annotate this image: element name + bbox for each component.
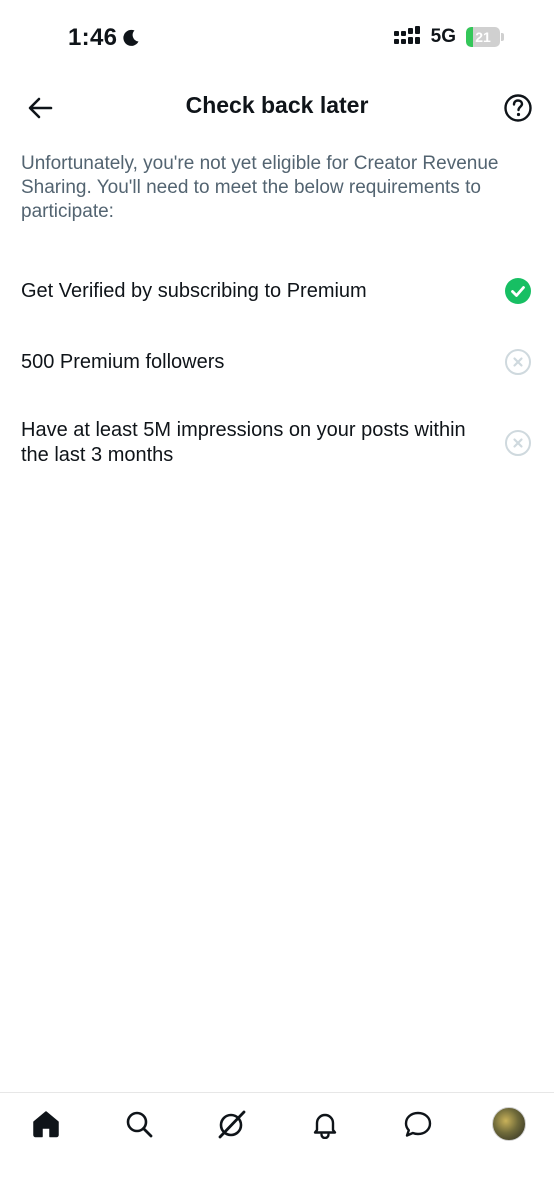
bottom-nav [0, 1092, 554, 1201]
page-title: Check back later [185, 92, 369, 118]
signal-icon [393, 26, 420, 44]
requirement-label: Get Verified by subscribing to Premium [21, 279, 367, 302]
nav-home[interactable] [29, 1107, 63, 1141]
battery-icon: 21 [466, 27, 506, 47]
nav-messages[interactable] [401, 1107, 435, 1141]
x-circle-icon [505, 430, 531, 456]
battery-level: 21 [475, 29, 491, 45]
x-circle-icon [505, 349, 531, 375]
network-type: 5G [430, 26, 456, 47]
home-icon [33, 1111, 59, 1138]
nav-profile[interactable] [492, 1107, 526, 1141]
header: Check back later [0, 84, 554, 130]
battery-tip [501, 33, 504, 41]
requirement-label: Have at least 5M impressions on your pos… [21, 419, 466, 466]
status-time: 1:46 [68, 24, 118, 51]
avatar [492, 1107, 526, 1141]
grok-icon [218, 1110, 246, 1139]
requirement-row: 500 Premium followers [21, 348, 532, 376]
nav-notifications[interactable] [308, 1107, 342, 1141]
chat-bubble-icon [404, 1111, 432, 1137]
requirement-row: Get Verified by subscribing to Premium [21, 277, 532, 305]
status-time-group: 1:46 [68, 24, 141, 52]
bell-icon [313, 1113, 337, 1139]
nav-search[interactable] [122, 1107, 156, 1141]
requirement-row: Have at least 5M impressions on your pos… [21, 418, 532, 468]
nav-grok[interactable] [215, 1107, 249, 1141]
moon-icon [123, 29, 139, 46]
status-indicators: 5G 21 [393, 26, 506, 48]
eligibility-message: Unfortunately, you're not yet eligible f… [21, 153, 499, 222]
battery-body: 21 [466, 27, 500, 47]
search-icon [126, 1111, 153, 1138]
check-circle-icon [505, 278, 531, 304]
help-icon[interactable] [502, 92, 534, 124]
requirement-label: 500 Premium followers [21, 350, 225, 373]
status-bar: 1:46 5G 21 [0, 0, 554, 76]
